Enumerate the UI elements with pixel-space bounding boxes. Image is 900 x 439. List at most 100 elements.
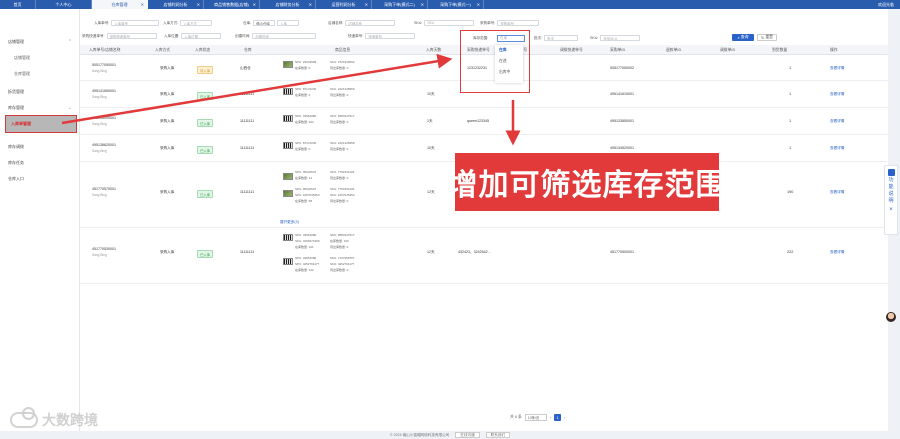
close-icon[interactable]: ×: [889, 207, 893, 213]
goods-spu: SPU: 87147230: [295, 87, 317, 91]
view-detail-link[interactable]: 查看详情: [830, 66, 844, 71]
tab-shop-profit-analysis[interactable]: 店铺利润分析 ✕: [148, 0, 204, 9]
inbound-type: 采购入库: [160, 92, 175, 96]
contact-us-button[interactable]: 联系我们: [485, 432, 511, 438]
product-sku-input[interactable]: 商品SKU: [600, 35, 641, 41]
chevron-up-icon: ⌃: [67, 39, 72, 45]
dropdown-option-in-transit[interactable]: 在途: [495, 56, 523, 67]
page-number[interactable]: 1: [554, 414, 562, 421]
tab-ops-profit-analysis[interactable]: 运营利润分析 ✕: [316, 0, 372, 9]
avatar[interactable]: [886, 312, 896, 322]
view-detail-link[interactable]: 查看详情: [830, 250, 844, 255]
close-icon[interactable]: ✕: [197, 2, 200, 7]
goods-spu: SPU: 33651080: [295, 114, 317, 118]
online-chat-button[interactable]: 在线沟通: [455, 432, 480, 438]
sku-input[interactable]: SKU: [424, 20, 475, 26]
sidebar-item-shop-management[interactable]: 店铺管理 ⌃: [0, 36, 80, 48]
help-widget-text: 明: [888, 198, 894, 204]
inbound-no[interactable]: 495141650001: [92, 89, 116, 93]
inbound-type-select[interactable]: 入库方式: [180, 20, 213, 26]
chevron-right-icon[interactable]: ›: [564, 416, 565, 420]
inbound-no-input[interactable]: 入库单号: [111, 20, 160, 26]
goods-pending: 待出库数量: 0: [330, 66, 349, 70]
view-detail-link[interactable]: 查看详情: [830, 92, 844, 97]
product-thumbnail: [283, 88, 293, 95]
sidebar-item-label: 店铺管理: [14, 55, 30, 60]
close-icon[interactable]: ✕: [365, 2, 368, 7]
tab-personal-center[interactable]: 个人中心: [36, 0, 92, 9]
dropdown-option-in-stock[interactable]: 在库: [495, 45, 523, 56]
filter-shop-name: 店铺名称: 店铺名称: [328, 20, 396, 26]
inbound-no[interactable]: 451770530001: [92, 247, 116, 251]
goods-pending: 待出库数量: 0: [330, 147, 349, 151]
table-row: 451770530001 Sang Bing 采购入库 已入库 11111111…: [80, 228, 888, 284]
goods-pending: 待出库数量: 0: [330, 120, 349, 124]
help-widget[interactable]: 功 能 说 明 ×: [884, 165, 898, 235]
goods-sku: SKU: 2721940092: [330, 60, 355, 64]
purchase-order-id: 495133850001: [610, 119, 634, 123]
close-icon[interactable]: ✕: [477, 2, 480, 7]
arrival-qty: 1: [789, 146, 792, 150]
sidebar-item-stock-tasks[interactable]: 库存任务: [0, 157, 80, 169]
reset-button[interactable]: ↻ 重置: [757, 34, 777, 41]
warehouse-sub-select[interactable]: 入库: [277, 20, 300, 26]
purchase-tracking-input[interactable]: 采购快递单号: [106, 33, 157, 39]
sidebar-item-shop-management-sub[interactable]: 店铺管理: [0, 52, 80, 64]
tab-purchase-order-mode1[interactable]: 采购下单(模式一) ✕: [428, 0, 484, 9]
close-icon[interactable]: ✕: [253, 2, 256, 7]
create-time-picker[interactable]: 创建时间: [252, 33, 317, 39]
chevron-left-icon[interactable]: ‹: [550, 416, 551, 420]
inbound-no[interactable]: 495136620001: [92, 143, 116, 147]
close-icon[interactable]: ✕: [421, 2, 424, 7]
tab-shop-finance-analysis[interactable]: 店铺财务分析 ✕: [260, 0, 316, 9]
tab-product-sales-data[interactable]: 商品销售数据(店铺) ✕: [204, 0, 260, 9]
expand-more-link[interactable]: 展开更多(3): [280, 220, 299, 225]
tab-purchase-order-mode2[interactable]: 采购下单(模式二) ✕: [372, 0, 428, 9]
arrival-qty: 1: [789, 92, 792, 96]
view-detail-link[interactable]: 查看详情: [830, 146, 844, 151]
tab-warehouse-management[interactable]: 仓库管理 ✕: [92, 0, 148, 9]
inbound-location-input[interactable]: 入库位置: [181, 33, 222, 39]
batch-input[interactable]: 批次: [544, 35, 579, 41]
stock-range-select[interactable]: 在库: [497, 35, 525, 42]
tab-home[interactable]: 首页: [0, 0, 36, 9]
shop-name: Sang Bing: [92, 149, 107, 153]
filter-inbound-type: 入库方式: 入库方式: [163, 20, 213, 26]
dropdown-option-outbound[interactable]: 出库中: [495, 67, 523, 78]
sidebar-item-inventory-management[interactable]: 库存管理 ⌄: [0, 102, 80, 114]
view-detail-link[interactable]: 查看详情: [830, 119, 844, 124]
table-row: 495133490001 Sang Bing 采购入库 已入库 11111111…: [80, 108, 888, 135]
goods-stock: 在库数量: 0: [295, 147, 311, 151]
warehouse-select[interactable]: 佛山仓库: [253, 20, 276, 26]
close-icon[interactable]: ✕: [309, 2, 312, 7]
inbound-no[interactable]: 495133490001: [92, 116, 116, 120]
sidebar-item-label: 库存调拨: [8, 144, 24, 149]
welcome-text[interactable]: 欢迎光临: [878, 2, 900, 8]
column-header: 入库单号/店铺名称: [89, 47, 121, 52]
sidebar-item-label: 店铺管理: [8, 39, 24, 44]
sidebar-item-warehouse-entry[interactable]: 仓库入口: [0, 173, 80, 185]
column-header: 到货数量: [772, 47, 788, 52]
help-widget-text: 功: [888, 177, 894, 183]
sidebar-item-warehouse-management[interactable]: 仓库管理: [0, 68, 80, 80]
inbound-no[interactable]: 451770570001: [92, 187, 116, 191]
purchase-tracking-no: queen123345: [467, 119, 489, 123]
inbound-no[interactable]: 505177050001: [92, 63, 116, 67]
status-badge: 待入库: [197, 66, 214, 74]
goods-spu: SPU: 95042537: [295, 170, 317, 174]
filter-label: 采购快递单号:: [82, 33, 105, 38]
inbound-type: 采购入库: [160, 190, 175, 194]
filter-tracking: 快递单号: 快递单号: [348, 33, 416, 39]
sidebar-item-stock-transfer[interactable]: 库存调拨: [0, 141, 80, 153]
close-icon[interactable]: ✕: [141, 2, 144, 7]
shop-name-input[interactable]: 店铺名称: [345, 20, 396, 26]
tracking-input[interactable]: 快递单号: [365, 33, 416, 39]
view-detail-link[interactable]: 查看详情: [830, 190, 844, 195]
search-button[interactable]: ⌕ 查询: [732, 34, 754, 41]
page-size-select[interactable]: 10条/页: [524, 414, 547, 421]
goods-spu: SPU: 87147230: [295, 141, 317, 145]
product-no-input[interactable]: 采购单号: [497, 20, 540, 26]
sidebar-item-unpack-management[interactable]: 拆货管理: [0, 86, 80, 98]
sidebar-item-inbound-orders[interactable]: 入库单管理: [5, 115, 77, 133]
goods-spu: SPU: 4252791177: [295, 262, 320, 266]
